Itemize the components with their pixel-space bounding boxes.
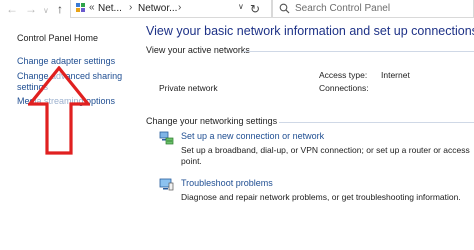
breadcrumb-separator: ›: [129, 2, 133, 13]
search-icon: [279, 3, 290, 14]
section-divider: [243, 51, 474, 52]
new-connection-icon: [159, 131, 174, 145]
troubleshoot-problems-link[interactable]: Troubleshoot problems: [181, 178, 273, 188]
breadcrumb-separator: «: [89, 2, 95, 13]
forward-arrow-icon[interactable]: →: [25, 2, 37, 16]
access-type-label: Access type:: [319, 70, 368, 80]
set-up-new-connection-link[interactable]: Set up a new connection or network: [181, 131, 324, 141]
search-box[interactable]: Search Control Panel: [272, 0, 474, 18]
active-networks-heading: View your active networks: [146, 45, 250, 55]
control-panel-home-link[interactable]: Control Panel Home: [17, 33, 98, 44]
recent-pages-chevron-icon[interactable]: ∨: [43, 4, 49, 18]
control-panel-icon: [76, 3, 85, 12]
troubleshoot-description: Diagnose and repair network problems, or…: [181, 192, 461, 202]
breadcrumb-item-network[interactable]: Net...: [98, 3, 122, 14]
troubleshoot-icon: [159, 178, 174, 191]
set-up-connection-description: Set up a broadband, dial-up, or VPN conn…: [181, 145, 470, 166]
page-title: View your basic network information and …: [146, 24, 474, 38]
back-arrow-icon[interactable]: ←: [6, 2, 18, 16]
access-type-value: Internet: [381, 70, 410, 80]
up-arrow-icon[interactable]: ↑: [57, 2, 63, 16]
network-name: Private network: [159, 83, 218, 93]
breadcrumb[interactable]: « Net... › Networ... › ∨: [70, 0, 272, 18]
red-arrow-annotation: [28, 66, 90, 155]
search-input[interactable]: Search Control Panel: [295, 3, 390, 14]
breadcrumb-separator: ›: [178, 2, 182, 13]
networking-settings-heading: Change your networking settings: [146, 116, 278, 126]
address-bar: ← → ∨ ↑ « Net... › Networ... › ∨ ↻ Searc…: [0, 0, 474, 20]
refresh-icon[interactable]: ↻: [250, 2, 260, 16]
section-divider: [279, 122, 474, 123]
breadcrumb-item-network-sharing[interactable]: Networ...: [138, 3, 177, 14]
address-dropdown-icon[interactable]: ∨: [238, 2, 244, 11]
connections-label: Connections:: [319, 83, 369, 93]
